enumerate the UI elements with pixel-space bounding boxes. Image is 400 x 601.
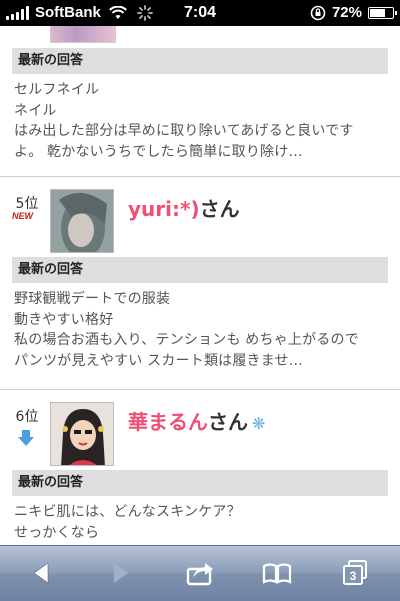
username[interactable]: yuri:*)さん: [128, 193, 240, 222]
answer-line: はみ出した部分は早めに取り除いてあげると良いです: [14, 123, 354, 139]
answer-line: 野球観戦デートでの服装: [14, 291, 171, 307]
status-bar: SoftBank 7:04 72%: [0, 0, 400, 26]
answer-line: よ。 乾かないうちでしたら簡単に取り除け…: [14, 143, 303, 160]
back-button[interactable]: [28, 558, 58, 588]
answer-line: せっかくなら: [14, 524, 100, 541]
answer-line: セルフネイル: [14, 82, 100, 98]
battery-percent: 72%: [331, 4, 362, 21]
orientation-lock-icon: [310, 5, 326, 20]
snowflake-mark-icon: ❋: [252, 414, 266, 433]
latest-answer[interactable]: セルフネイル ネイル はみ出した部分は早めに取り除いてあげると良いです よ。 乾…: [14, 80, 386, 162]
list-item[interactable]: 5位 NEW yuri:*)さん 最新の回答 野球観戦デートでの服装 動きやすい…: [0, 177, 400, 389]
latest-answer[interactable]: ニキビ肌には、どんなスキンケア？ せっかくなら: [14, 502, 386, 543]
avatar[interactable]: [50, 189, 114, 253]
rank-down-arrow-icon: [18, 430, 34, 446]
answer-line: 私の場合お酒も入り、テンションも めちゃ上がるので: [14, 332, 359, 348]
battery-icon: [368, 6, 397, 19]
latest-answer[interactable]: 野球観戦デートでの服装 動きやすい格好 私の場合お酒も入り、テンションも めちゃ…: [14, 289, 386, 371]
avatar[interactable]: [50, 26, 116, 43]
new-badge: NEW: [12, 211, 33, 221]
answer-line: ネイル: [14, 102, 57, 119]
answer-line: 動きやすい格好: [14, 311, 114, 328]
tab-count: 3: [350, 569, 357, 583]
share-button[interactable]: [185, 558, 215, 588]
section-label: 最新の回答: [12, 470, 388, 496]
answer-line: パンツが見えやすい スカート類は履きませ…: [14, 352, 303, 369]
ranking-list: 最新の回答 セルフネイル ネイル はみ出した部分は早めに取り除いてあげると良いで…: [0, 26, 400, 545]
forward-button[interactable]: [104, 558, 134, 588]
rank-label: 6位: [15, 409, 39, 425]
list-item[interactable]: 6位 華まるんさん ❋ 最新の回答 ニキビ肌には、どんなスキンケア？ せっかくな…: [0, 390, 400, 543]
bookmarks-button[interactable]: [262, 558, 292, 588]
answer-line: ニキビ肌には、どんなスキンケア？: [14, 504, 241, 520]
tabs-button[interactable]: 3: [340, 558, 370, 588]
tabs-icon: 3: [343, 560, 367, 585]
rank-label: 5位: [15, 196, 39, 212]
section-label: 最新の回答: [12, 48, 388, 74]
list-item[interactable]: 最新の回答 セルフネイル ネイル はみ出した部分は早めに取り除いてあげると良いで…: [0, 26, 400, 176]
section-label: 最新の回答: [12, 257, 388, 283]
browser-toolbar: 3: [0, 545, 400, 601]
username[interactable]: 華まるんさん ❋: [128, 406, 265, 435]
avatar[interactable]: [50, 402, 114, 466]
